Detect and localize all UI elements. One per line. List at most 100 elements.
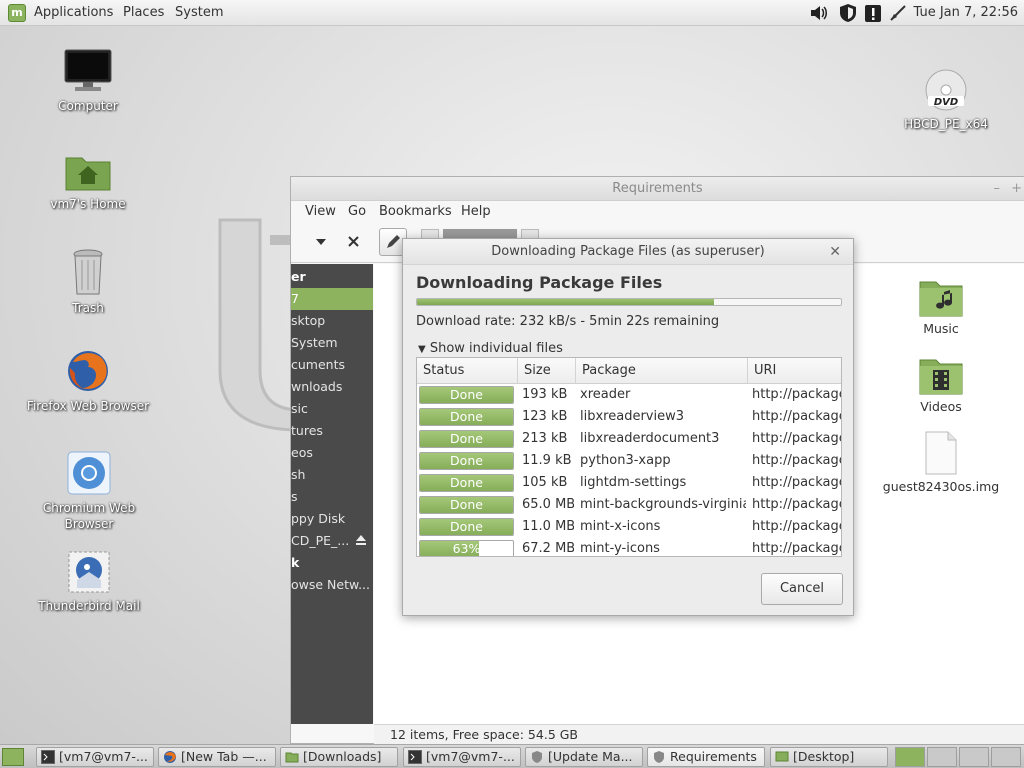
bottom-panel: [vm7@vm7-... [New Tab —... [Downloads] [vm7… xyxy=(0,744,1024,768)
volume-icon[interactable] xyxy=(809,3,829,23)
desktop-icon-trash[interactable]: Trash xyxy=(38,248,138,316)
workspace-switcher-item[interactable] xyxy=(991,747,1021,767)
column-header-uri[interactable]: URI xyxy=(748,358,841,384)
sidebar-item[interactable]: s xyxy=(291,486,373,508)
row-status: 63% xyxy=(452,541,481,556)
file-item-music[interactable]: Music xyxy=(901,278,981,336)
sidebar-item[interactable]: cuments xyxy=(291,354,373,376)
sidebar-item[interactable]: owse Netw... xyxy=(291,574,373,596)
taskbar-button[interactable]: [Desktop] xyxy=(770,747,888,767)
table-row[interactable]: Done 11.0 MB mint-x-icons http://package xyxy=(417,516,841,538)
column-header-status[interactable]: Status xyxy=(417,358,518,384)
close-icon[interactable] xyxy=(348,236,359,247)
taskbar-label: [New Tab —... xyxy=(181,749,267,764)
mint-menu-icon[interactable]: m xyxy=(8,4,26,22)
sidebar-item[interactable]: sic xyxy=(291,398,373,420)
table-row[interactable]: Done 123 kB libxreaderview3 http://package xyxy=(417,406,841,428)
row-uri: http://package xyxy=(752,431,841,446)
menu-bookmarks[interactable]: Bookmarks xyxy=(379,204,452,219)
row-uri: http://package xyxy=(752,475,841,490)
sidebar-item[interactable]: sh xyxy=(291,464,373,486)
row-status: Done xyxy=(450,387,483,402)
shield-icon[interactable] xyxy=(838,3,858,23)
sidebar-item[interactable]: tures xyxy=(291,420,373,442)
dvd-icon: DVD xyxy=(925,69,967,111)
dialog-titlebar[interactable]: Downloading Package Files (as superuser)… xyxy=(403,239,853,265)
taskbar-button[interactable]: Requirements xyxy=(647,747,765,767)
download-rate-text: Download rate: 232 kB/s - 5min 22s remai… xyxy=(416,314,720,329)
table-row[interactable]: Done 105 kB lightdm-settings http://package xyxy=(417,472,841,494)
thunderbird-icon xyxy=(68,551,110,593)
row-package: xreader xyxy=(580,387,631,402)
desktop-icon-firefox[interactable]: Firefox Web Browser xyxy=(20,348,156,414)
row-uri: http://package xyxy=(752,519,841,534)
menu-view[interactable]: View xyxy=(305,204,336,219)
cancel-button[interactable]: Cancel xyxy=(761,573,843,605)
close-icon[interactable]: ✕ xyxy=(829,239,841,265)
taskbar-button[interactable]: [New Tab —... xyxy=(158,747,276,767)
taskbar-label: [Downloads] xyxy=(303,749,382,764)
row-progress-bar: 63% xyxy=(419,540,514,556)
svg-text:DVD: DVD xyxy=(934,97,958,108)
workspace-switcher-item[interactable] xyxy=(895,747,925,767)
menubar: View Go Bookmarks Help xyxy=(291,201,1024,223)
desktop-icon-dvd[interactable]: DVD HBCD_PE_x64 xyxy=(896,68,996,132)
menu-go[interactable]: Go xyxy=(348,204,366,219)
sidebar-item[interactable]: ppy Disk xyxy=(291,508,373,530)
row-package: mint-backgrounds-virginia xyxy=(580,497,746,512)
table-row[interactable]: Done 193 kB xreader http://package xyxy=(417,384,841,406)
taskbar-button[interactable]: [Downloads] xyxy=(280,747,398,767)
desktop-icon-thunderbird[interactable]: Thunderbird Mail xyxy=(30,550,148,614)
file-item-videos[interactable]: Videos xyxy=(901,356,981,414)
sidebar-item[interactable]: sktop xyxy=(291,310,373,332)
sidebar: er 7 sktop System cuments wnloads sic tures eos s… xyxy=(291,264,373,724)
trash-icon xyxy=(73,249,103,295)
file-manager-titlebar[interactable]: Requirements – + xyxy=(291,177,1024,201)
row-size: 105 kB xyxy=(522,475,568,490)
top-panel: m Applications Places System Tue Jan 7, … xyxy=(0,0,1024,26)
status-bar: 12 items, Free space: 54.5 GB xyxy=(374,724,1024,745)
table-row[interactable]: Done 11.9 kB python3-xapp http://package xyxy=(417,450,841,472)
taskbar-button[interactable]: [Update Ma... xyxy=(525,747,643,767)
sidebar-item[interactable]: wnloads xyxy=(291,376,373,398)
eject-icon[interactable] xyxy=(355,534,367,546)
row-progress-bar: Done xyxy=(419,474,514,492)
column-header-size[interactable]: Size xyxy=(518,358,576,384)
sidebar-item[interactable]: 7 xyxy=(291,288,373,310)
expander-label: Show individual files xyxy=(429,341,563,356)
taskbar-label: [vm7@vm7-... xyxy=(426,749,515,764)
workspace-switcher-item[interactable] xyxy=(927,747,957,767)
clock[interactable]: Tue Jan 7, 22:56 xyxy=(913,5,1018,20)
table-row[interactable]: Done 65.0 MB mint-backgrounds-virginia http… xyxy=(417,494,841,516)
sidebar-item[interactable]: eos xyxy=(291,442,373,464)
network-icon[interactable] xyxy=(888,3,908,23)
show-files-expander[interactable]: ▼ Show individual files xyxy=(418,341,563,356)
desktop-icon xyxy=(775,750,789,764)
table-row[interactable]: Done 213 kB libxreaderdocument3 http://pack… xyxy=(417,428,841,450)
show-desktop-icon[interactable] xyxy=(2,748,24,766)
minimize-icon[interactable]: – xyxy=(994,177,1001,201)
row-status: Done xyxy=(450,409,483,424)
workspace-switcher-item[interactable] xyxy=(959,747,989,767)
taskbar-button[interactable]: [vm7@vm7-... xyxy=(36,747,154,767)
system-menu[interactable]: System xyxy=(175,5,223,20)
dialog-heading: Downloading Package Files xyxy=(416,273,663,292)
desktop-icon-chromium[interactable]: Chromium Web Browser xyxy=(30,450,148,532)
desktop-icon-computer[interactable]: Computer xyxy=(38,48,138,114)
applications-menu[interactable]: Applications xyxy=(34,5,113,20)
overall-progress-bar xyxy=(416,298,842,306)
taskbar-button[interactable]: [vm7@vm7-... xyxy=(403,747,521,767)
terminal-icon xyxy=(41,750,55,764)
places-menu[interactable]: Places xyxy=(123,5,164,20)
file-item-img[interactable]: guest82430os.img xyxy=(879,430,1003,494)
column-header-package[interactable]: Package xyxy=(576,358,748,384)
dropdown-arrow-icon[interactable] xyxy=(315,237,327,247)
desktop-icon-home[interactable]: vm7's Home xyxy=(38,152,138,212)
maximize-icon[interactable]: + xyxy=(1011,177,1022,201)
table-row[interactable]: 63% 67.2 MB mint-y-icons http://package xyxy=(417,538,841,556)
update-alert-icon[interactable] xyxy=(863,3,883,23)
row-package: mint-y-icons xyxy=(580,541,660,556)
menu-help[interactable]: Help xyxy=(461,204,491,219)
row-progress-bar: Done xyxy=(419,386,514,404)
sidebar-item[interactable]: System xyxy=(291,332,373,354)
